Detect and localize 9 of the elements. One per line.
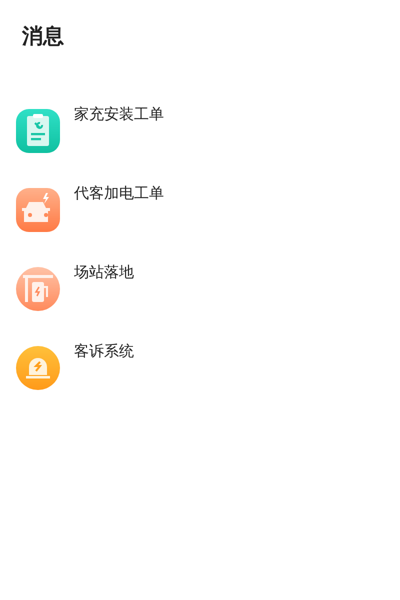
item-label[interactable]: 代客加电工单 [74, 184, 164, 202]
alarm-icon[interactable] [16, 346, 60, 390]
item-label[interactable]: 客诉系统 [74, 342, 134, 360]
clipboard-icon[interactable] [16, 109, 60, 153]
page-title: 消息 [20, 23, 65, 50]
item-label[interactable]: 场站落地 [74, 263, 134, 281]
charging-station-icon[interactable] [16, 267, 60, 311]
item-label[interactable]: 家充安装工单 [74, 105, 164, 123]
car-icon[interactable] [16, 188, 60, 232]
